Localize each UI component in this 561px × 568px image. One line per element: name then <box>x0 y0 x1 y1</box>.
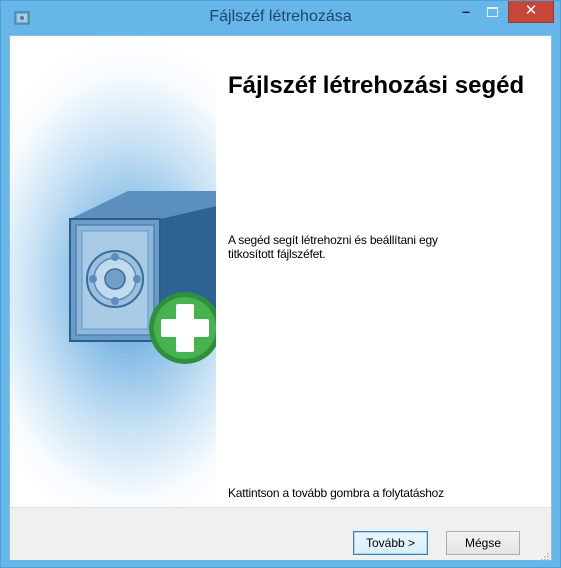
wizard-heading: Fájlszéf létrehozási segéd <box>228 72 525 99</box>
close-button[interactable]: ✕ <box>508 1 554 23</box>
wizard-window: Fájlszéf létrehozása – ✕ Fájlszéf létreh… <box>0 0 561 568</box>
continue-hint: Kattintson a tovább gombra a folytatásho… <box>228 486 444 500</box>
button-bar: Tovább > Mégse <box>10 507 551 561</box>
wizard-banner <box>10 36 216 506</box>
next-button[interactable]: Tovább > <box>353 531 428 555</box>
cancel-button[interactable]: Mégse <box>446 531 520 555</box>
safe-add-icon <box>69 191 216 364</box>
maximize-button[interactable] <box>479 1 505 23</box>
title-bar[interactable]: Fájlszéf létrehozása – ✕ <box>1 1 560 35</box>
resize-grip-icon[interactable] <box>539 548 549 561</box>
minimize-button[interactable]: – <box>453 1 479 23</box>
maximize-icon <box>487 7 498 17</box>
wizard-description: A segéd segít létrehozni és beállítani e… <box>228 233 438 261</box>
wizard-body: Fájlszéf létrehozási segéd A segéd segít… <box>9 35 552 561</box>
